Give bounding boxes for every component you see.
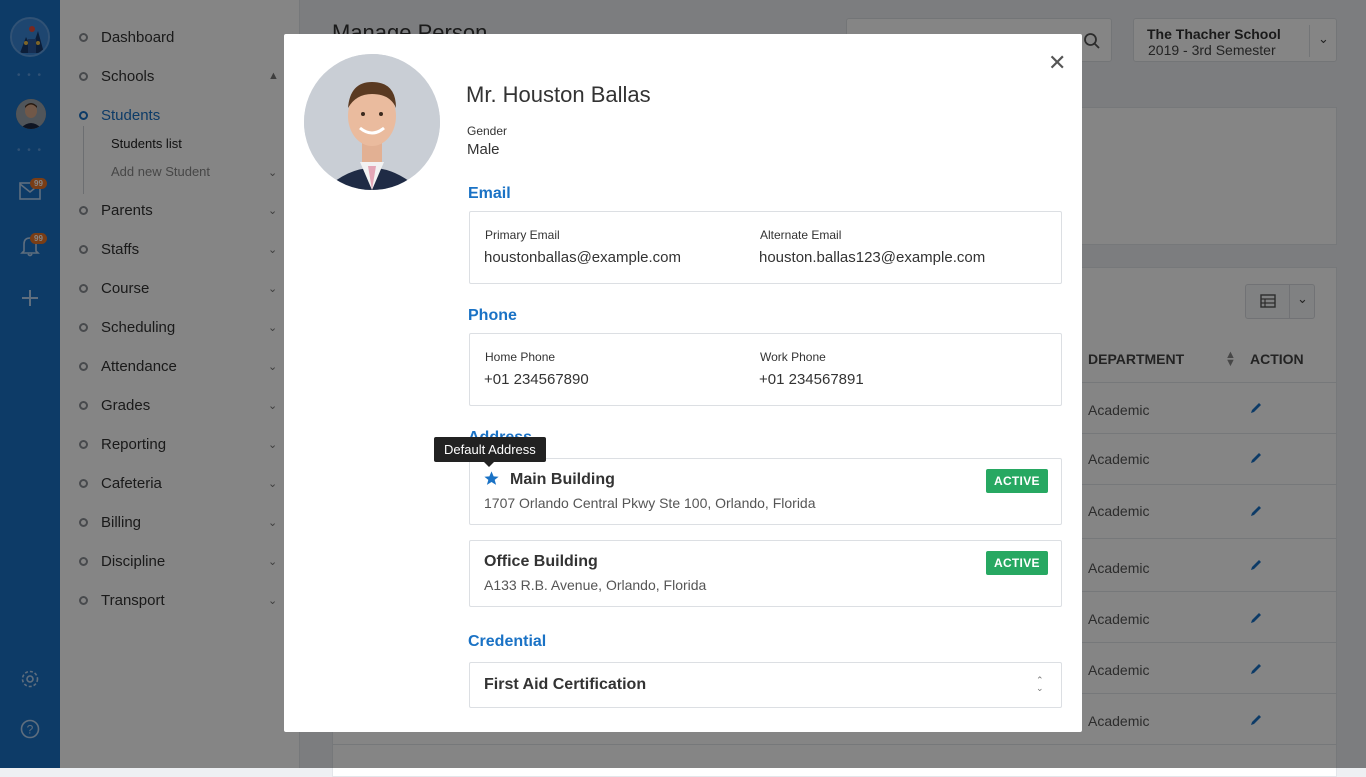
credential-value: First Aid Certification <box>484 676 647 693</box>
person-detail-modal: ✕ Mr. Houston Ballas Gender Male Email P… <box>284 34 1082 732</box>
gender-label: Gender <box>467 124 508 138</box>
work-phone-label: Work Phone <box>760 350 826 364</box>
star-icon[interactable] <box>483 470 500 492</box>
address-line: 1707 Orlando Central Pkwy Ste 100, Orlan… <box>484 495 816 511</box>
home-phone-label: Home Phone <box>485 350 556 364</box>
tooltip: Default Address <box>434 437 546 467</box>
work-phone-value: +01 234567891 <box>759 371 864 388</box>
email-section-title: Email <box>468 185 511 202</box>
primary-email-label: Primary Email <box>485 228 560 242</box>
alternate-email-label: Alternate Email <box>760 228 842 242</box>
status-badge: ACTIVE <box>986 551 1048 575</box>
credential-select[interactable]: First Aid Certification ⌃ ⌄ <box>469 662 1062 708</box>
address-title: Main Building <box>510 471 615 488</box>
address-line: A133 R.B. Avenue, Orlando, Florida <box>484 577 707 593</box>
alternate-email-value: houston.ballas123@example.com <box>759 249 986 266</box>
address-card[interactable]: Office Building A133 R.B. Avenue, Orland… <box>469 540 1062 607</box>
person-photo <box>304 54 440 190</box>
phone-section-title: Phone <box>468 307 517 324</box>
address-title: Office Building <box>484 553 598 570</box>
gender-value: Male <box>467 141 500 158</box>
phone-box: Home Phone +01 234567890 Work Phone +01 … <box>469 333 1062 406</box>
person-name: Mr. Houston Ballas <box>466 82 651 107</box>
chevron-updown-icon: ⌃ ⌄ <box>1036 675 1044 693</box>
address-card[interactable]: Main Building 1707 Orlando Central Pkwy … <box>469 458 1062 525</box>
close-icon[interactable]: ✕ <box>1048 50 1066 76</box>
home-phone-value: +01 234567890 <box>484 371 589 388</box>
primary-email-value: houstonballas@example.com <box>484 249 681 266</box>
status-badge: ACTIVE <box>986 469 1048 493</box>
credential-section-title: Credential <box>468 633 547 650</box>
email-box: Primary Email houstonballas@example.com … <box>469 211 1062 284</box>
